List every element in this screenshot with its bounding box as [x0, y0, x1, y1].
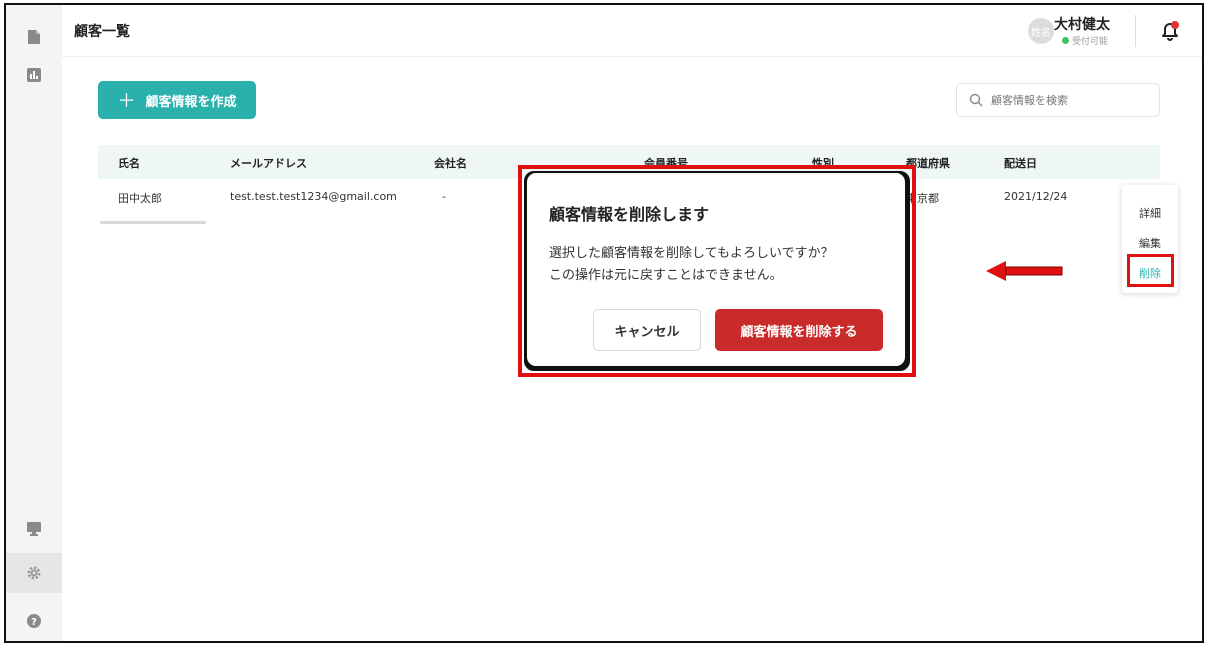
delete-highlight-box [1127, 254, 1174, 287]
dialog-title: 顧客情報を削除します [549, 205, 710, 224]
avatar[interactable]: 姓名 [1028, 18, 1054, 44]
menu-item-detail[interactable]: 詳細 [1122, 205, 1178, 221]
create-customer-label: 顧客情報を作成 [145, 94, 237, 110]
plus-icon: ＋ [117, 91, 136, 112]
search-input[interactable] [991, 93, 1141, 107]
document-icon[interactable] [6, 17, 62, 57]
bell-icon[interactable] [1158, 19, 1182, 43]
status-dot-icon [1061, 37, 1069, 44]
app-window: ? 顧客一覧 姓名 大村健太 受付可能 ＋ 顧客情報を作成 氏名 メールアドレス… [4, 3, 1204, 643]
chart-icon[interactable] [6, 55, 62, 95]
cell-name: 田中太郎 [118, 192, 162, 205]
cancel-button[interactable]: キャンセル [593, 309, 701, 351]
monitor-icon[interactable] [6, 509, 62, 549]
menu-item-edit[interactable]: 編集 [1122, 235, 1178, 251]
column-header-name[interactable]: 氏名 [118, 155, 140, 171]
delete-confirm-dialog: 顧客情報を削除します 選択した顧客情報を削除してもよろしいですか？ この操作は元… [527, 173, 905, 366]
annotation-arrow-icon [986, 261, 1063, 281]
user-status-label: 受付可能 [1071, 37, 1108, 47]
column-header-company[interactable]: 会社名 [434, 155, 467, 171]
user-status: 受付可能 [1061, 34, 1108, 47]
column-header-email[interactable]: メールアドレス [230, 155, 307, 171]
horizontal-scrollbar[interactable] [100, 221, 206, 224]
header: 顧客一覧 姓名 大村健太 受付可能 [62, 5, 1202, 57]
dialog-message-line-1: 選択した顧客情報を削除してもよろしいですか？ [549, 246, 834, 261]
page-title: 顧客一覧 [74, 24, 130, 40]
search-box[interactable] [956, 83, 1160, 117]
create-customer-button[interactable]: ＋ 顧客情報を作成 [98, 81, 256, 119]
user-name: 大村健太 [1054, 17, 1110, 33]
dialog-message-line-2: この操作は元に戻すことはできません。 [549, 268, 783, 283]
search-icon [969, 93, 983, 107]
confirm-delete-button[interactable]: 顧客情報を削除する [715, 309, 883, 351]
header-divider [1135, 15, 1136, 47]
cell-email: test.test.test1234@gmail.com [230, 190, 397, 203]
gear-icon[interactable] [6, 553, 62, 593]
help-icon[interactable]: ? [6, 601, 62, 641]
cell-company: - [442, 190, 446, 203]
dialog-message: 選択した顧客情報を削除してもよろしいですか？ この操作は元に戻すことはできません… [549, 243, 834, 287]
sidebar: ? [6, 5, 62, 641]
cell-delivery-date: 2021/12/24 [1004, 190, 1068, 203]
column-header-delivery-date[interactable]: 配送日 [1004, 155, 1037, 171]
svg-text:?: ? [31, 617, 37, 628]
